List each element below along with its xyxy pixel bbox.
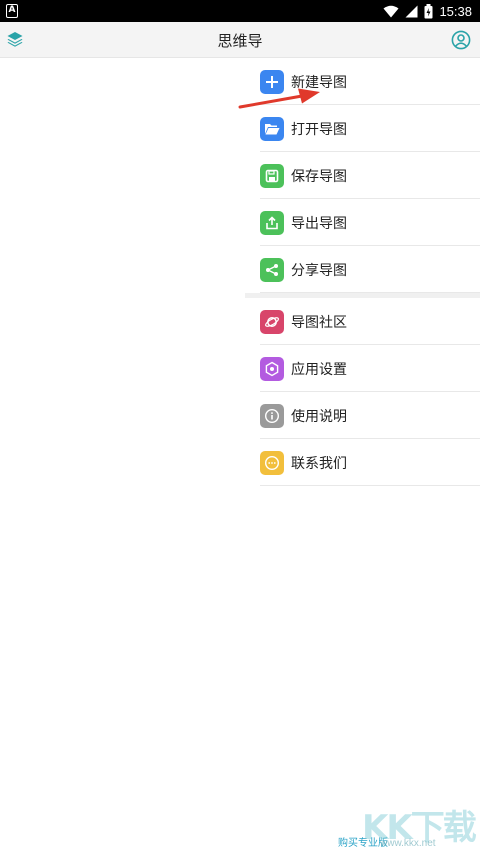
menu-group-app: 导图社区 应用设置 使用说明 联系我们 <box>245 298 480 486</box>
settings-icon <box>260 356 284 381</box>
share-icon <box>260 257 284 282</box>
menu-item-settings[interactable]: 应用设置 <box>245 345 480 392</box>
wifi-icon <box>383 5 399 17</box>
status-time: 15:38 <box>439 3 472 19</box>
menu-item-community[interactable]: 导图社区 <box>245 298 480 345</box>
account-button[interactable] <box>450 28 472 52</box>
folder-open-icon <box>260 116 284 141</box>
user-circle-icon <box>451 30 471 50</box>
menu-item-share-map[interactable]: 分享导图 <box>245 246 480 293</box>
menu-item-label: 使用说明 <box>291 408 347 425</box>
watermark-url: www.kkx.net <box>380 838 436 849</box>
menu-item-label: 打开导图 <box>291 121 347 138</box>
menu-item-label: 导出导图 <box>291 215 347 232</box>
battery-icon <box>424 3 433 18</box>
menu-item-export-map[interactable]: 导出导图 <box>245 199 480 246</box>
menu-item-label: 应用设置 <box>291 361 347 378</box>
save-icon <box>260 163 284 188</box>
menu-item-instructions[interactable]: 使用说明 <box>245 392 480 439</box>
signal-icon <box>405 5 418 17</box>
page-title: 思维导 <box>217 32 263 50</box>
menu-item-label: 导图社区 <box>291 314 347 331</box>
menu-item-label: 分享导图 <box>291 262 347 279</box>
menu-item-save-map[interactable]: 保存导图 <box>245 152 480 199</box>
drawer-menu: 新建导图 打开导图 保存导图 导出导图 分享导图 导图社区 应用设置 使用说明 … <box>245 58 480 486</box>
app-bar: 思维导 <box>0 22 480 58</box>
menu-item-contact-us[interactable]: 联系我们 <box>245 439 480 486</box>
chat-icon <box>260 450 284 475</box>
watermark: KK下载 www.kkx.net <box>362 798 480 854</box>
export-icon <box>260 210 284 235</box>
status-icons: 15:38 <box>383 2 472 20</box>
menu-item-label: 保存导图 <box>291 168 347 185</box>
status-bar: A 15:38 <box>0 0 480 22</box>
notification-a-icon: A <box>6 4 18 18</box>
planet-icon <box>260 309 284 334</box>
menu-item-label: 联系我们 <box>291 455 347 472</box>
annotation-arrow <box>238 88 320 109</box>
info-icon <box>260 403 284 428</box>
